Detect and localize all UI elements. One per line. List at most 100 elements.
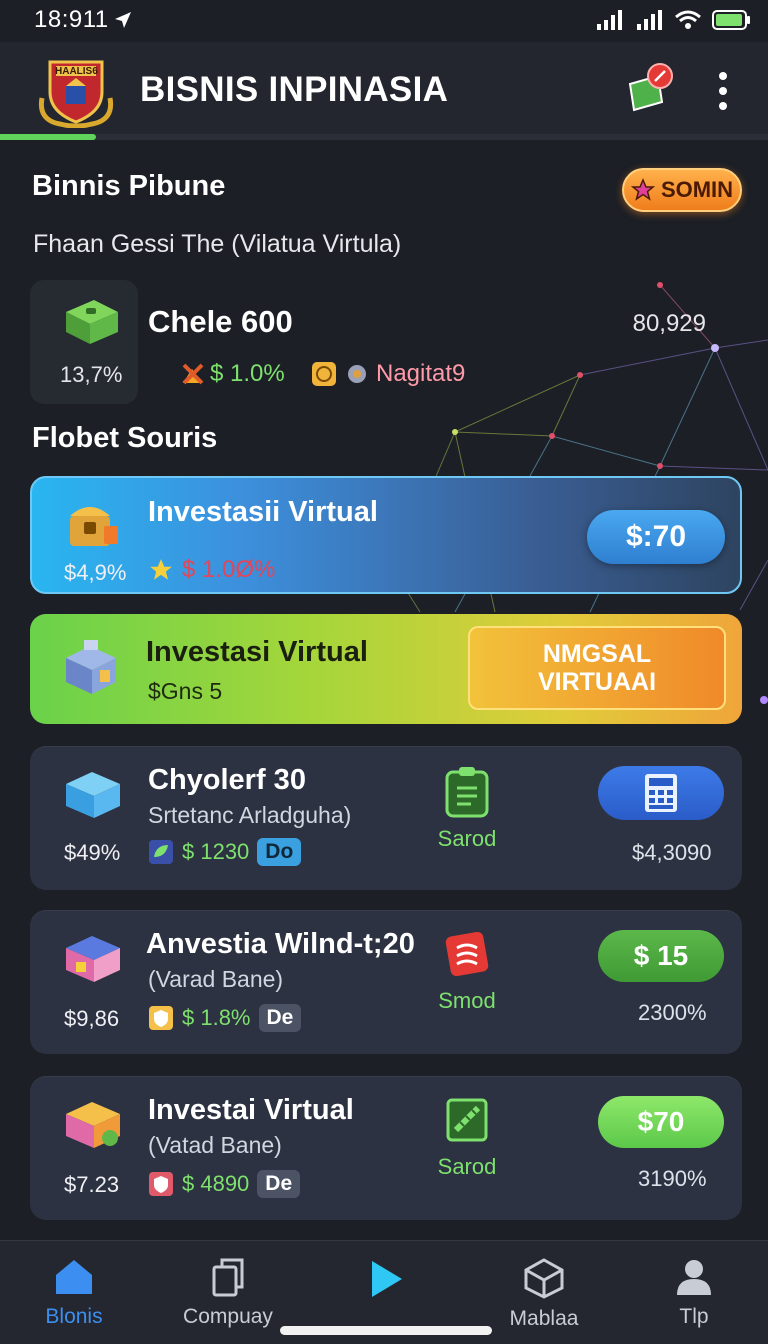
summary-tag: Nagitat9 xyxy=(310,360,465,388)
summary-change-value: $ 1.0% xyxy=(210,360,285,387)
card-3-badge: Do xyxy=(257,838,302,866)
status-time: 18:911 xyxy=(34,6,109,33)
card-5-amount: $ 4890 xyxy=(182,1171,250,1196)
logo-text: HAALIS6 xyxy=(55,66,98,77)
card-4-title: Anvestia Wilnd-t;20 xyxy=(146,928,415,960)
somin-button[interactable]: SOMIN xyxy=(622,168,742,212)
card-1-change: $ 1.0Ø% xyxy=(148,556,275,584)
home-icon xyxy=(56,1260,92,1294)
star-icon xyxy=(150,559,172,580)
card-4-subtitle: (Varad Bane) xyxy=(148,966,284,992)
card-3-title: Chyolerf 30 xyxy=(148,764,306,796)
nav-item-home[interactable]: Blonis xyxy=(14,1257,134,1329)
card-2-action-button[interactable]: NMGSAL VIRTUAAI xyxy=(468,626,726,710)
card-3-action-label: Sarod xyxy=(437,826,497,851)
card-4-action-label: Smod xyxy=(438,988,496,1013)
card-3-document-button[interactable] xyxy=(598,766,724,820)
summary-value: 80,929 xyxy=(632,310,706,337)
shop-icon xyxy=(66,1102,120,1148)
copy-icon xyxy=(212,1258,244,1297)
location-arrow-icon xyxy=(114,12,131,28)
card-5-value: 3190% xyxy=(638,1166,707,1191)
card-4-percent: $9,86 xyxy=(64,1006,120,1031)
summary-percent: 13,7% xyxy=(60,362,123,387)
treasure-chest-icon xyxy=(70,507,118,546)
nav-item-profile[interactable]: Tlp xyxy=(634,1257,754,1329)
box-icon xyxy=(66,772,120,818)
nav-item-mablaa[interactable]: Mablaa xyxy=(484,1257,604,1331)
somin-button-label: SOMIN xyxy=(660,177,734,202)
card-3-subtitle: Srtetanc Arladguha) xyxy=(148,802,352,828)
card-2-subtitle: $Gns 5 xyxy=(148,678,223,704)
card-2-title: Investasi Virtual xyxy=(146,636,368,668)
card-5-title: Investai Virtual xyxy=(148,1094,354,1126)
nav-label-company: Compuay xyxy=(183,1305,273,1328)
featured-card-1[interactable]: Investasii Virtual $4,9% $ 1.0Ø% $:70 xyxy=(30,476,742,594)
card-4-amount-row: $ 1.8% De xyxy=(148,1004,302,1032)
card-5-action-label: Sarod xyxy=(437,1154,497,1179)
investment-card-4[interactable]: Anvestia Wilnd-t;20 (Varad Bane) $9,86 $… xyxy=(30,910,742,1054)
wave-card-icon xyxy=(445,931,489,977)
card-3-amount: $ 1230 xyxy=(182,839,250,864)
section-title-flobet: Flobet Souris xyxy=(32,422,218,454)
card-4-middle-action[interactable]: Smod xyxy=(412,928,522,1014)
card-5-amount-row: $ 4890 De xyxy=(148,1170,301,1198)
notification-button[interactable] xyxy=(624,62,676,114)
header-progress-bar xyxy=(0,134,768,140)
card-1-percent: $4,9% xyxy=(64,560,127,585)
summary-tag-text: Nagitat9 xyxy=(376,360,466,387)
status-time-group: 18:911 xyxy=(34,6,133,34)
app-logo xyxy=(38,60,114,128)
cash-box-icon xyxy=(66,300,118,344)
card-5-subtitle: (Vatad Bane) xyxy=(148,1132,282,1158)
more-options-button[interactable] xyxy=(708,66,738,116)
summary-name: Chele 600 xyxy=(148,304,293,339)
coin-icon xyxy=(312,362,336,386)
investment-card-3[interactable]: Chyolerf 30 Srtetanc Arladguha) $49% $ 1… xyxy=(30,746,742,890)
card-3-middle-action[interactable]: Sarod xyxy=(412,766,522,852)
nav-label-mablaa: Mablaa xyxy=(509,1307,579,1330)
play-icon xyxy=(372,1261,402,1297)
ruler-icon xyxy=(446,1098,488,1142)
card-1-price-button[interactable]: $:70 xyxy=(587,510,725,564)
card-4-value: 2300% xyxy=(638,1000,707,1025)
app-title: BISNIS INPINASIA xyxy=(140,70,449,109)
card-3-value: $4,3090 xyxy=(632,840,712,865)
signal-icon xyxy=(597,10,622,30)
nav-item-company[interactable]: Compuay xyxy=(168,1257,288,1329)
wifi-icon xyxy=(675,10,701,29)
heart-shield-icon xyxy=(149,1172,173,1196)
nav-item-play[interactable] xyxy=(326,1257,446,1309)
nav-label-home: Blonis xyxy=(45,1305,103,1328)
card-1-title: Investasii Virtual xyxy=(148,496,378,528)
leaf-icon xyxy=(149,840,173,864)
gear-icon xyxy=(348,365,366,383)
card-5-price-button[interactable]: $70 xyxy=(598,1096,724,1148)
status-icons xyxy=(596,9,752,31)
star-icon xyxy=(630,178,655,201)
store-icon xyxy=(66,936,120,982)
home-indicator[interactable] xyxy=(280,1326,492,1335)
shield-icon xyxy=(149,1006,173,1030)
featured-card-2[interactable]: Investasi Virtual $Gns 5 NMGSAL VIRTUAAI xyxy=(30,614,742,724)
section-subtitle: Fhaan Gessi The (Vilatua Virtula) xyxy=(33,230,402,258)
section-title-binnis: Binnis Pibune xyxy=(32,170,226,202)
card-1-change-value: $ 1.0Ø% xyxy=(182,556,276,583)
card-4-price-button[interactable]: $ 15 xyxy=(598,930,724,982)
card-5-percent: $7.23 xyxy=(64,1172,120,1197)
summary-change: $ 1.0% xyxy=(180,360,285,388)
summary-card[interactable]: Chele 600 80,929 13,7% $ 1.0% Nagitat9 xyxy=(30,280,740,408)
cube-icon xyxy=(524,1258,564,1299)
shop-building-icon xyxy=(66,640,116,694)
card-4-badge: De xyxy=(258,1004,302,1032)
investment-card-5[interactable]: Investai Virtual (Vatad Bane) $7.23 $ 48… xyxy=(30,1076,742,1220)
card-5-middle-action[interactable]: Sarod xyxy=(412,1094,522,1180)
person-icon xyxy=(677,1260,711,1295)
app-header: HAALIS6 BISNIS INPINASIA xyxy=(0,42,768,138)
card-3-amount-row: $ 1230 Do xyxy=(148,838,302,866)
signal-2-icon xyxy=(637,10,662,30)
card-5-badge: De xyxy=(257,1170,301,1198)
card-4-amount: $ 1.8% xyxy=(182,1005,251,1030)
nav-label-profile: Tlp xyxy=(679,1305,709,1328)
clipboard-icon xyxy=(445,767,489,818)
